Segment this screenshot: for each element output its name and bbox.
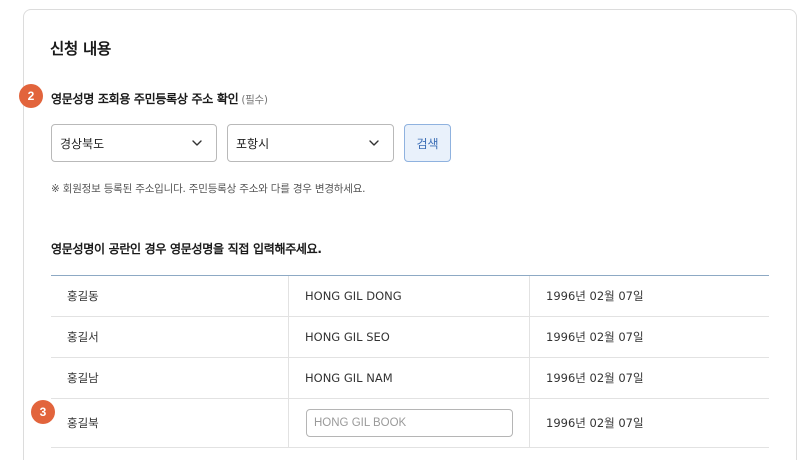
address-label: 영문성명 조회용 주민등록상 주소 확인 (필수) bbox=[51, 90, 268, 107]
english-name-cell: HONG GIL DONG bbox=[289, 276, 530, 316]
name-table: 홍길동 HONG GIL DONG 1996년 02월 07일 홍길서 HONG… bbox=[51, 275, 769, 448]
chevron-down-icon bbox=[190, 136, 204, 150]
birth-date-cell: 1996년 02월 07일 bbox=[530, 317, 769, 357]
table-title: 영문성명이 공란인 경우 영문성명을 직접 입력해주세요. bbox=[51, 242, 322, 256]
province-select-value: 경상북도 bbox=[60, 136, 105, 151]
province-select[interactable]: 경상북도 bbox=[51, 124, 217, 162]
step-badge-3: 3 bbox=[31, 400, 55, 424]
city-select[interactable]: 포항시 bbox=[227, 124, 394, 162]
english-name-cell: HONG GIL NAM bbox=[289, 358, 530, 398]
table-row-input: 홍길북 1996년 02월 07일 bbox=[51, 399, 769, 448]
korean-name-cell: 홍길서 bbox=[51, 317, 289, 357]
table-row: 홍길동 HONG GIL DONG 1996년 02월 07일 bbox=[51, 276, 769, 317]
birth-date-cell: 1996년 02월 07일 bbox=[546, 371, 644, 385]
english-name-cell: HONG GIL SEO bbox=[289, 317, 530, 357]
english-name-input[interactable] bbox=[306, 409, 513, 437]
chevron-down-icon bbox=[367, 136, 381, 150]
english-name-input-cell bbox=[289, 399, 530, 447]
search-button[interactable]: 검색 bbox=[404, 124, 451, 162]
table-row: 홍길남 HONG GIL NAM 1996년 02월 07일 bbox=[51, 358, 769, 399]
step-badge-2: 2 bbox=[19, 84, 43, 108]
birth-date-cell: 1996년 02월 07일 bbox=[546, 289, 644, 303]
korean-name-cell: 홍길동 bbox=[51, 276, 289, 316]
birth-date-text: 1996년 02월 07일 bbox=[546, 330, 644, 344]
required-note: (필수) bbox=[241, 94, 268, 106]
city-select-value: 포항시 bbox=[236, 136, 270, 151]
table-row: 홍길서 HONG GIL SEO 1996년 02월 07일 bbox=[51, 317, 769, 358]
korean-name-cell: 홍길북 bbox=[51, 399, 289, 447]
korean-name-cell: 홍길남 bbox=[51, 358, 289, 398]
address-label-text: 영문성명 조회용 주민등록상 주소 확인 bbox=[51, 92, 239, 106]
address-notice: ※ 회원정보 등록된 주소입니다. 주민등록상 주소와 다를 경우 변경하세요. bbox=[51, 183, 366, 195]
birth-date-cell: 1996년 02월 07일 bbox=[546, 416, 644, 430]
section-title: 신청 내용 bbox=[50, 40, 111, 58]
